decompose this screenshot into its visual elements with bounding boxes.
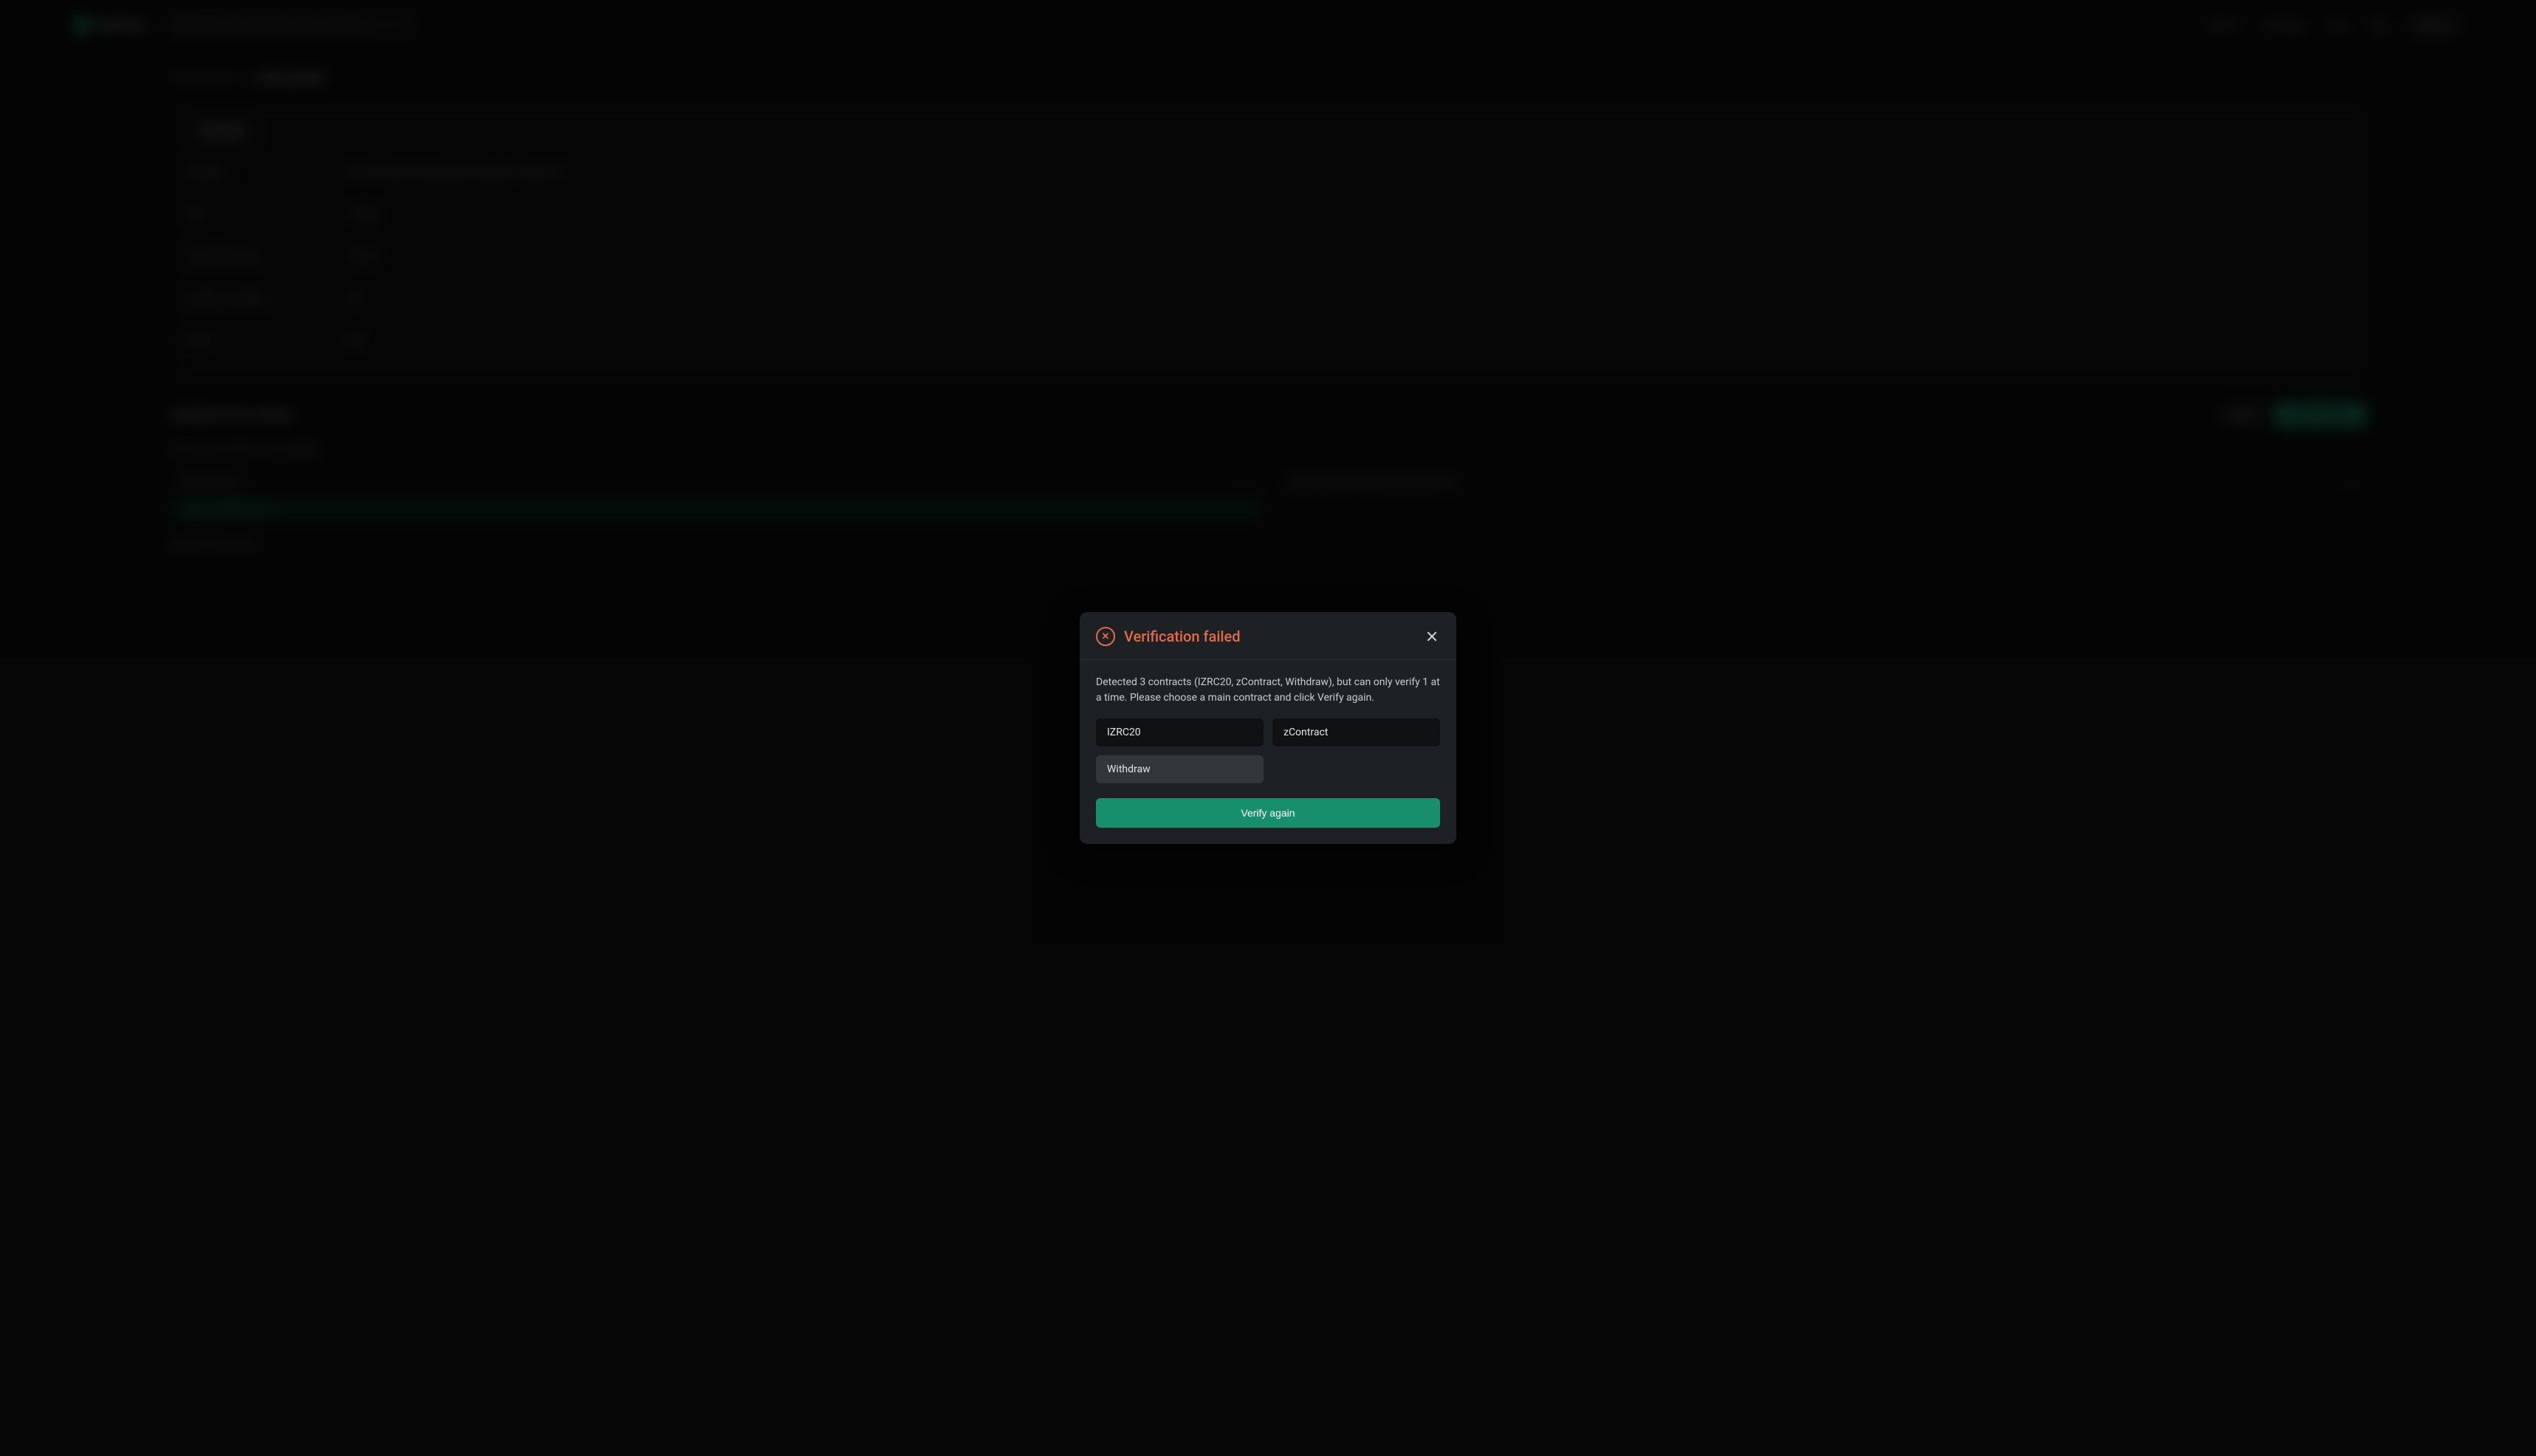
- contract-choice-izrc20[interactable]: IZRC20: [1096, 718, 1264, 746]
- modal-title: Verification failed: [1124, 628, 1241, 645]
- verify-again-button[interactable]: Verify again: [1096, 798, 1440, 828]
- modal-overlay: ✕ Verification failed Detected 3 contrac…: [0, 0, 2536, 1456]
- close-icon[interactable]: [1424, 628, 1440, 645]
- contract-choice-zcontract[interactable]: zContract: [1272, 718, 1440, 746]
- verification-failed-modal: ✕ Verification failed Detected 3 contrac…: [1080, 612, 1456, 844]
- modal-message: Detected 3 contracts (IZRC20, zContract,…: [1096, 675, 1440, 705]
- contract-choice-withdraw[interactable]: Withdraw: [1096, 755, 1264, 783]
- error-circle-icon: ✕: [1096, 627, 1115, 646]
